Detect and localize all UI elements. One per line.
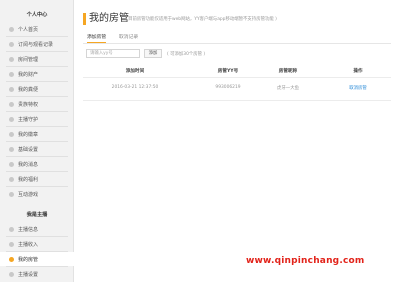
sidebar-item-badge[interactable]: 我的徽章 [0, 127, 74, 141]
sidebar-item-welfare[interactable]: 我的福利 [0, 172, 74, 186]
sidebar-item-label: 房间管理 [18, 56, 39, 63]
tab-cancel-records[interactable]: 取消记录 [119, 34, 138, 42]
sidebar-item-anchor-settings[interactable]: 主播设置 [0, 267, 74, 281]
page-title: 我的房管 [89, 13, 129, 24]
watermark: www.qinpinchang.com [246, 256, 365, 266]
cancel-manager-link[interactable]: 取消房管 [323, 85, 393, 91]
tab-add-manager[interactable]: 添加房管 [87, 34, 107, 43]
sidebar-item-label: 主播信息 [18, 226, 39, 233]
sidebar-item-games[interactable]: 互动游戏 [0, 187, 74, 201]
box-icon [9, 86, 14, 92]
add-limit-hint: ( 可添加30个房管 ) [167, 52, 206, 57]
column-header: 添加时间 [125, 69, 145, 74]
manager-icon [9, 256, 14, 262]
sidebar-item-noble[interactable]: 贵族特权 [0, 97, 74, 111]
crown-icon [9, 101, 14, 107]
yy-number-input[interactable]: 请输入yy号 [86, 49, 140, 58]
add-time-cell: 2016-03-21 12:37:50 [111, 85, 159, 90]
sidebar-item-label: 贵族特权 [18, 101, 39, 108]
sidebar-item-wallet[interactable]: 我的财产 [0, 67, 74, 81]
sidebar-item-label: 互动游戏 [18, 191, 39, 198]
sidebar-item-room-managers[interactable]: 我的房管 [0, 252, 74, 266]
title-accent-bar [83, 13, 86, 25]
room-icon [9, 56, 14, 62]
sidebar-item-label: 我的粪便 [18, 86, 39, 93]
table-row: 2016-03-21 12:37:50 993006219 虎牙一大鱼 取消房管 [83, 78, 391, 101]
sidebar-item-box[interactable]: 我的粪便 [0, 82, 74, 96]
page-subtitle: ( 目前房管功能仅适用于web网站，YY客户端与app移动端暂不支持房管功能 ) [125, 17, 277, 22]
column-header: 房管昵称 [278, 69, 298, 74]
main-content: 我的房管 ( 目前房管功能仅适用于web网站，YY客户端与app移动端暂不支持房… [75, 0, 400, 282]
gift-icon [9, 176, 14, 182]
sidebar-item-label: 我的房管 [18, 256, 39, 263]
history-icon [9, 41, 14, 47]
sidebar-item-label: 订阅与观看记录 [18, 41, 54, 48]
table-header: 添加时间 房管YY号 房管昵称 操作 [83, 66, 391, 78]
sidebar-item-history[interactable]: 订阅与观看记录 [0, 37, 74, 51]
wallet-icon [9, 71, 14, 77]
add-button[interactable]: 添加 [144, 49, 162, 58]
sidebar-item-label: 基础设置 [18, 146, 39, 153]
home-icon [9, 26, 14, 32]
sidebar-section-title: 个人中心 [26, 12, 48, 18]
sidebar-item-label: 主播收入 [18, 241, 39, 248]
sidebar-item-label: 我的福利 [18, 176, 39, 183]
tab-bar: 添加房管 取消记录 [83, 33, 391, 44]
sidebar-item-label: 主播设置 [18, 271, 39, 278]
gear-icon [9, 146, 14, 152]
sidebar: 个人中心 个人首页 订阅与观看记录 房间管理 我的财产 我的粪便 贵族特权 主播… [0, 0, 74, 282]
sidebar-item-room[interactable]: 房间管理 [0, 52, 74, 66]
income-icon [9, 241, 14, 247]
sidebar-item-messages[interactable]: 我的消息 [0, 157, 74, 171]
column-header: 操作 [353, 69, 363, 74]
sidebar-item-label: 我的徽章 [18, 131, 39, 138]
sidebar-item-label: 个人首页 [18, 26, 39, 33]
sidebar-item-anchor-income[interactable]: 主播收入 [0, 237, 74, 251]
sidebar-item-guard[interactable]: 主播守护 [0, 112, 74, 126]
settings-icon [9, 271, 14, 277]
sidebar-item-anchor-info[interactable]: 主播信息 [0, 222, 74, 236]
sidebar-item-label: 主播守护 [18, 116, 39, 123]
sidebar-section-title: 我是主播 [26, 212, 48, 218]
game-icon [9, 191, 14, 197]
sidebar-item-home[interactable]: 个人首页 [0, 22, 74, 36]
badge-icon [9, 131, 14, 137]
sidebar-item-label: 我的财产 [18, 71, 39, 78]
profile-icon [9, 226, 14, 232]
message-icon [9, 161, 14, 167]
sidebar-item-label: 我的消息 [18, 161, 39, 168]
nickname-cell: 虎牙一大鱼 [277, 86, 299, 91]
sidebar-item-settings[interactable]: 基础设置 [0, 142, 74, 156]
shield-icon [9, 116, 14, 122]
